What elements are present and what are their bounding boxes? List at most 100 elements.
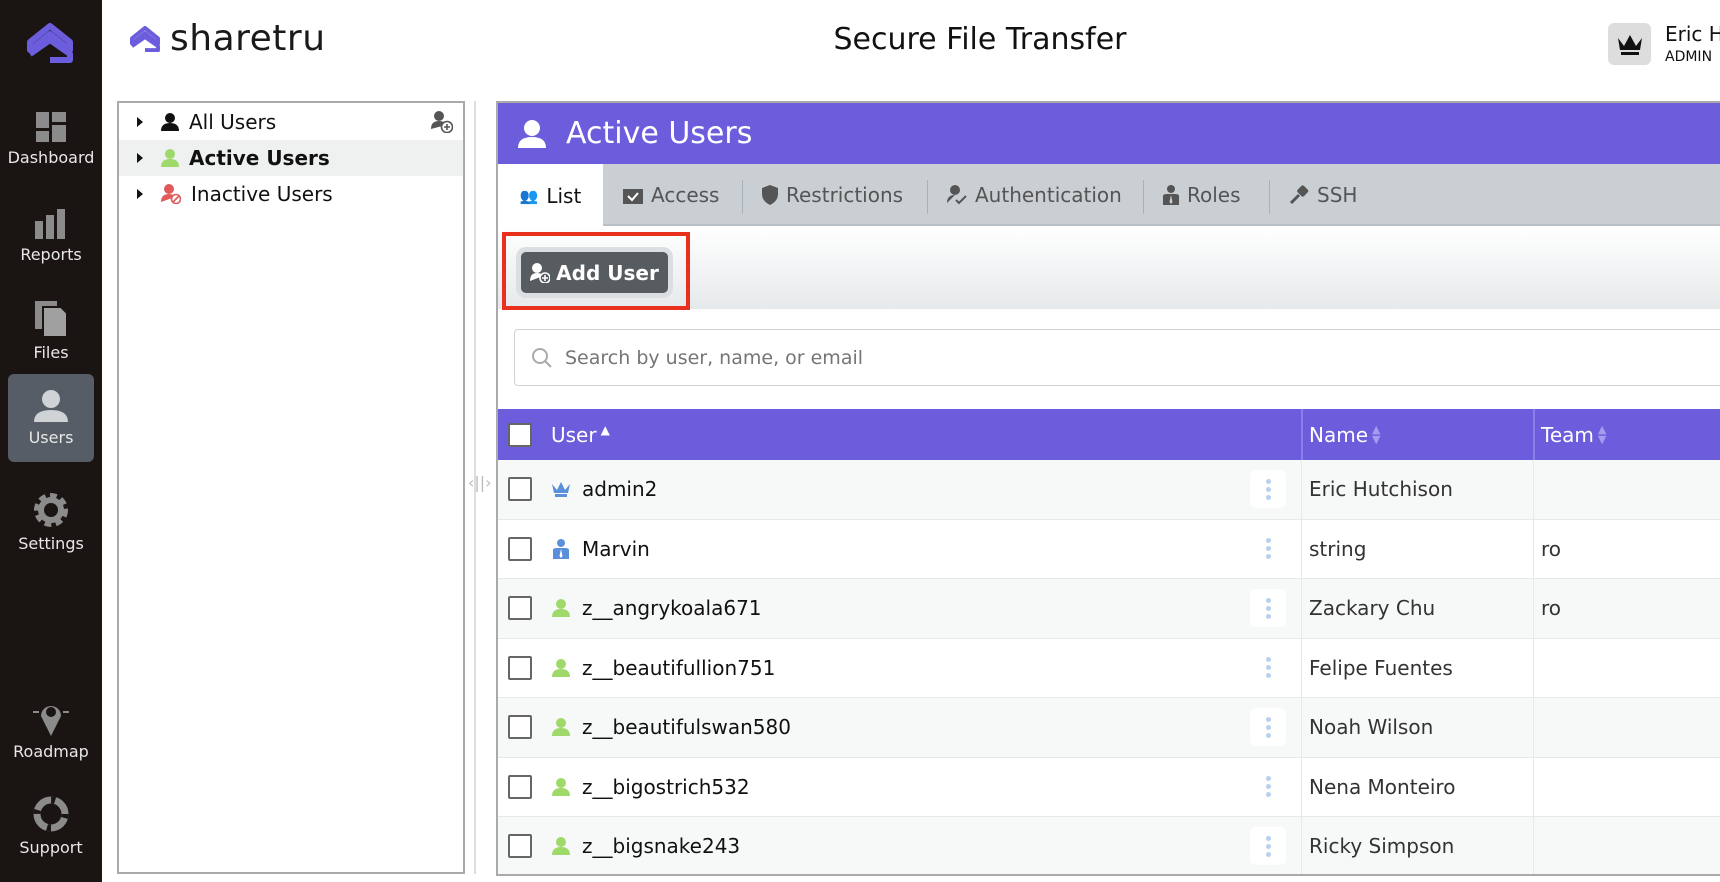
row-checkbox[interactable] [508,715,532,740]
table-row[interactable]: z__angrykoala671 Zackary Chu ro [498,579,1720,639]
tab-roles[interactable]: Roles [1163,164,1241,226]
search-input[interactable] [565,346,1165,369]
shield-icon [762,185,778,205]
table-header: User ▲ Name ▲ ▼ Team ▲ ▼ [498,409,1720,460]
sidebar-item-dashboard[interactable]: Dashboard [8,95,94,183]
tab-list[interactable]: 👥 List [498,164,603,228]
row-actions-button[interactable] [1250,708,1286,746]
tab-bar: 👥 List Access Restrictions Authentication… [498,164,1720,228]
sidebar-label: Roadmap [13,741,89,761]
tree-item-all-users[interactable]: All Users [119,104,463,140]
lifebuoy-icon [33,796,69,831]
tab-label: Access [651,183,720,207]
sidebar-item-users[interactable]: Users [8,374,94,462]
table-row[interactable]: z__beautifulswan580 Noah Wilson [498,698,1720,758]
table-row[interactable]: admin2 Eric Hutchison [498,460,1720,520]
name-cell: Eric Hutchison [1309,477,1453,502]
sidebar-item-support[interactable]: Support [8,782,94,870]
column-header-team[interactable]: Team ▲ ▼ [1533,409,1606,460]
name-cell: string [1309,536,1367,561]
sidebar-label: Support [19,837,83,857]
row-actions-button[interactable] [1250,649,1286,687]
user-cell[interactable]: z__angrykoala671 [582,579,762,638]
search-field[interactable] [514,329,1720,386]
files-icon [35,300,67,337]
sidebar-item-settings[interactable]: Settings [8,478,94,566]
column-header-name[interactable]: Name ▲ ▼ [1301,409,1380,460]
column-divider [1301,579,1302,638]
column-divider [1533,579,1534,638]
table-row[interactable]: z__bigostrich532 Nena Monteiro [498,757,1720,817]
user-cell[interactable]: z__bigsnake243 [582,817,740,874]
row-checkbox[interactable] [508,477,532,502]
row-actions-button[interactable] [1250,470,1286,508]
expand-caret-icon[interactable] [137,117,143,127]
add-user-button[interactable]: Add User [521,252,668,293]
row-checkbox[interactable] [508,834,532,859]
row-actions-button[interactable] [1250,768,1286,806]
brand-logo[interactable]: sharetru [128,18,326,59]
row-actions-button[interactable] [1250,827,1286,865]
tab-label: List [546,184,582,208]
sidebar-item-files[interactable]: Files [8,287,94,375]
add-user-icon[interactable] [431,111,453,133]
column-divider [1301,460,1302,519]
team-cell: ro [1541,536,1562,561]
column-divider [1533,698,1534,757]
user-icon [161,113,179,131]
panel-resize-handle[interactable]: ‹||› [468,101,492,874]
user-cell[interactable]: z__beautifulswan580 [582,698,791,757]
sidebar-label: Files [33,342,69,362]
dashboard-icon [36,111,66,142]
column-header-user[interactable]: User ▲ [551,409,610,460]
tab-authentication[interactable]: Authentication [947,164,1122,226]
tab-label: Restrictions [786,183,904,207]
avatar[interactable] [1608,23,1651,65]
row-checkbox[interactable] [508,774,532,799]
sidebar-item-roadmap[interactable]: Roadmap [8,686,94,774]
table-row[interactable]: z__bigsnake243 Ricky Simpson [498,817,1720,874]
table-row[interactable]: Marvin string ro [498,519,1720,579]
expand-caret-icon[interactable] [137,153,143,163]
table-row[interactable]: z__beautifullion751 Felipe Fuentes [498,638,1720,698]
sort-icon: ▲ ▼ [1597,422,1607,446]
row-checkbox[interactable] [508,596,532,621]
column-divider [1533,638,1534,697]
user-cell[interactable]: z__beautifullion751 [582,639,775,698]
tree-item-active-users[interactable]: Active Users [119,140,463,176]
user-name[interactable]: Eric H [1665,22,1720,46]
name-cell: Noah Wilson [1309,715,1434,740]
row-actions-button[interactable] [1250,589,1286,627]
tab-access[interactable]: Access [623,164,719,226]
row-checkbox[interactable] [508,655,532,680]
tab-restrictions[interactable]: Restrictions [762,164,903,226]
users-group-icon: 👥 [519,187,539,205]
column-divider [1301,698,1302,757]
row-actions-button[interactable] [1250,530,1286,568]
tab-ssh[interactable]: SSH [1289,164,1357,226]
tree-item-inactive-users[interactable]: Inactive Users [119,176,463,212]
sidebar-label: Users [28,427,74,447]
calendar-check-icon [623,189,643,204]
tab-label: Roles [1187,183,1241,207]
crown-icon [1617,35,1642,55]
team-cell: ro [1541,596,1562,621]
add-user-label: Add User [556,260,659,285]
user-inactive-icon [161,184,181,204]
sidebar-label: Reports [20,244,82,264]
sharetru-logo-icon[interactable] [25,20,75,70]
user-cell[interactable]: Marvin [582,520,650,579]
column-divider [1301,519,1302,578]
select-all-checkbox[interactable] [508,422,532,447]
user-cell[interactable]: admin2 [582,460,657,519]
expand-caret-icon[interactable] [137,189,143,199]
resize-grip-icon[interactable]: ‹||› [468,473,492,492]
column-label: Name [1309,422,1369,447]
user-cell[interactable]: z__bigostrich532 [582,758,750,817]
panel-title: Active Users [566,116,753,151]
add-user-icon [530,262,551,283]
row-checkbox[interactable] [508,536,532,561]
bar-chart-icon [35,208,65,239]
sidebar-item-reports[interactable]: Reports [8,191,94,279]
gear-icon [34,492,68,527]
